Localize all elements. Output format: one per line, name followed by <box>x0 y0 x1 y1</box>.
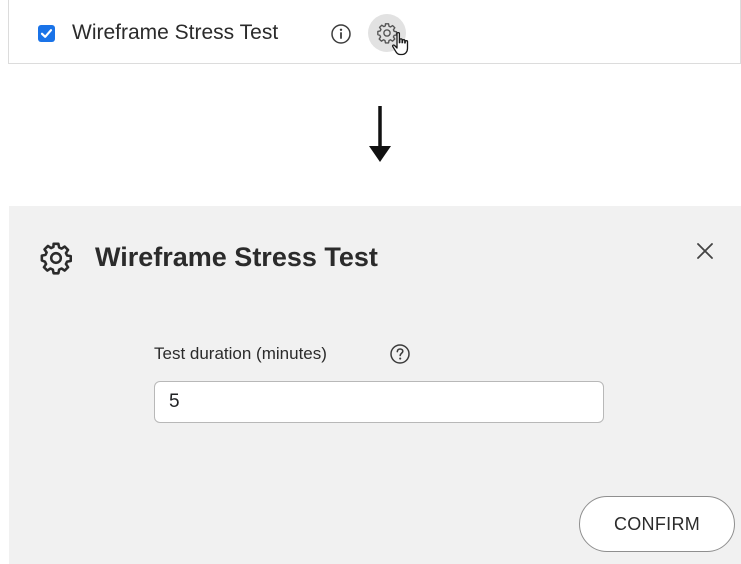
arrow-down-icon <box>369 106 391 162</box>
info-icon[interactable] <box>330 23 352 45</box>
test-item-label: Wireframe Stress Test <box>72 21 279 44</box>
test-settings-button[interactable] <box>368 14 406 52</box>
duration-label: Test duration (minutes) <box>154 344 327 363</box>
screenshot-stage: Wireframe Stress Test Wireframe Stress T… <box>0 0 741 564</box>
test-item-row: Wireframe Stress Test <box>8 0 741 64</box>
settings-dialog: Wireframe Stress Test Test duration (min… <box>9 206 741 564</box>
confirm-button[interactable]: CONFIRM <box>579 496 735 552</box>
close-icon <box>697 243 713 259</box>
duration-input[interactable] <box>154 381 604 423</box>
question-circle-icon[interactable] <box>389 343 411 365</box>
dialog-title: Wireframe Stress Test <box>95 242 378 272</box>
gear-icon <box>40 242 73 275</box>
test-checkbox[interactable] <box>38 25 55 42</box>
gear-icon <box>377 23 398 44</box>
close-button[interactable] <box>692 238 718 264</box>
checkmark-icon <box>40 29 53 38</box>
